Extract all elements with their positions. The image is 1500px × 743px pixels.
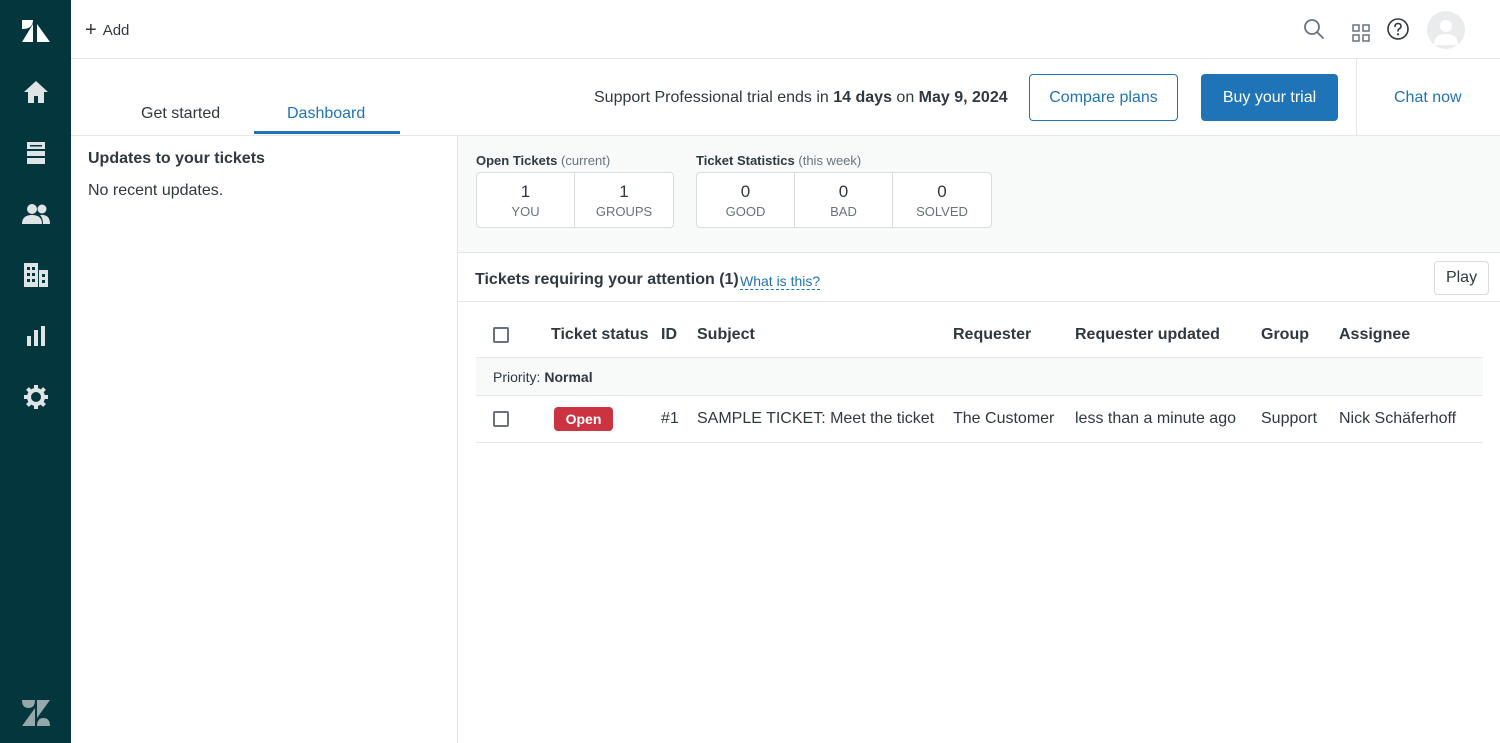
help-icon[interactable] xyxy=(1385,16,1411,42)
stat-label: YOU xyxy=(511,203,540,219)
updates-title: Updates to your tickets xyxy=(88,150,265,167)
stat-value: 0 xyxy=(740,181,751,201)
trial-prefix: Support Professional trial ends in xyxy=(594,89,834,106)
trial-notice: Support Professional trial ends in 14 da… xyxy=(594,89,1008,107)
table-row[interactable]: Open #1 SAMPLE TICKET: Meet the ticket T… xyxy=(476,396,1483,443)
ticket-statistics-title: Ticket Statistics xyxy=(696,153,795,168)
col-assignee[interactable]: Assignee xyxy=(1339,326,1410,344)
add-label: Add xyxy=(102,21,130,39)
user-avatar-icon[interactable] xyxy=(1427,11,1465,49)
ticket-subject[interactable]: SAMPLE TICKET: Meet the ticket xyxy=(697,410,934,428)
ticket-id: #1 xyxy=(661,410,679,427)
zendesk-logo-icon xyxy=(20,698,52,728)
priority-label-text: Priority: xyxy=(493,369,541,385)
priority-group-row: Priority: Normal xyxy=(476,358,1483,396)
row-checkbox[interactable] xyxy=(493,411,509,427)
status-badge: Open xyxy=(554,407,613,431)
compare-plans-button[interactable]: Compare plans xyxy=(1029,74,1178,121)
stat-you[interactable]: 1 YOU xyxy=(477,173,575,227)
buy-trial-button[interactable]: Buy your trial xyxy=(1201,74,1338,121)
organizations-icon[interactable] xyxy=(20,259,52,291)
views-icon[interactable] xyxy=(20,137,52,169)
updates-empty: No recent updates. xyxy=(88,182,224,199)
trial-days: 14 days xyxy=(833,89,892,106)
stat-value: 1 xyxy=(520,181,531,201)
home-icon[interactable] xyxy=(20,76,52,108)
stat-solved[interactable]: 0 SOLVED xyxy=(893,173,991,227)
search-icon[interactable] xyxy=(1301,16,1327,42)
ticket-assignee: Nick Schäferhoff xyxy=(1339,410,1457,427)
trial-date: May 9, 2024 xyxy=(918,89,1008,106)
apps-grid-icon[interactable] xyxy=(1348,20,1374,46)
col-ticket-status[interactable]: Ticket status xyxy=(551,326,649,344)
ticket-group: Support xyxy=(1261,410,1318,427)
brand-logo-icon[interactable] xyxy=(20,16,52,46)
stat-value: 0 xyxy=(937,181,947,201)
stat-groups[interactable]: 1 GROUPS xyxy=(575,173,673,227)
sub-header: Get started Dashboard Support Profession… xyxy=(71,59,1500,136)
attention-count: (1) xyxy=(719,271,739,288)
attention-title-text: Tickets requiring your attention xyxy=(475,271,715,288)
what-is-this-link[interactable]: What is this? xyxy=(740,273,821,290)
gear-icon[interactable] xyxy=(20,381,52,413)
open-tickets-qualifier: (current) xyxy=(561,153,611,168)
priority-value: Normal xyxy=(544,369,593,385)
main-panel: Open Tickets (current) 1 YOU 1 GROUPS Ti… xyxy=(458,136,1500,743)
updates-panel: Updates to your tickets No recent update… xyxy=(71,136,458,743)
stat-label: GROUPS xyxy=(595,203,653,219)
select-all-checkbox[interactable] xyxy=(493,327,509,343)
customers-icon[interactable] xyxy=(20,198,52,230)
ticket-statistics-qualifier: (this week) xyxy=(798,153,862,168)
priority-label: Priority: Normal xyxy=(493,369,593,385)
ticket-statistics: Ticket Statistics (this week) 0 GOOD 0 B… xyxy=(696,153,992,228)
col-requester-updated[interactable]: Requester updated xyxy=(1075,326,1220,344)
attention-header: Tickets requiring your attention (1) Wha… xyxy=(458,254,1500,302)
add-button[interactable]: + Add xyxy=(85,18,129,42)
stats-area: Open Tickets (current) 1 YOU 1 GROUPS Ti… xyxy=(458,136,1500,253)
stat-label: BAD xyxy=(830,203,857,219)
table-header: Ticket status ID Subject Requester Reque… xyxy=(476,302,1483,358)
col-requester[interactable]: Requester xyxy=(953,326,1031,344)
stat-value: 1 xyxy=(619,181,629,201)
chat-now-link[interactable]: Chat now xyxy=(1394,89,1462,107)
top-bar: + Add xyxy=(71,0,1500,59)
col-id[interactable]: ID xyxy=(661,326,677,344)
tab-dashboard[interactable]: Dashboard xyxy=(287,105,365,123)
trial-mid: on xyxy=(891,89,919,106)
reporting-icon[interactable] xyxy=(20,320,52,352)
sidebar xyxy=(0,0,71,743)
tickets-table: Ticket status ID Subject Requester Reque… xyxy=(476,302,1483,443)
stat-value: 0 xyxy=(838,181,849,201)
tab-get-started[interactable]: Get started xyxy=(141,105,220,123)
plus-icon: + xyxy=(85,19,97,41)
ticket-requester-updated: less than a minute ago xyxy=(1075,410,1236,427)
attention-title: Tickets requiring your attention (1) xyxy=(475,271,739,289)
col-group[interactable]: Group xyxy=(1261,326,1309,344)
open-tickets-title: Open Tickets xyxy=(476,153,558,168)
stat-good[interactable]: 0 GOOD xyxy=(697,173,795,227)
stat-bad[interactable]: 0 BAD xyxy=(795,173,893,227)
stat-label: GOOD xyxy=(725,203,766,219)
divider xyxy=(1356,59,1357,136)
active-tab-indicator xyxy=(254,131,400,134)
play-button[interactable]: Play xyxy=(1434,261,1489,295)
ticket-statistics-label: Ticket Statistics (this week) xyxy=(696,153,992,168)
open-tickets-boxes: 1 YOU 1 GROUPS xyxy=(476,172,674,228)
ticket-statistics-boxes: 0 GOOD 0 BAD 0 SOLVED xyxy=(696,172,992,228)
col-subject[interactable]: Subject xyxy=(697,326,755,344)
open-tickets-label: Open Tickets (current) xyxy=(476,153,674,168)
stat-label: SOLVED xyxy=(916,203,968,219)
open-tickets-stats: Open Tickets (current) 1 YOU 1 GROUPS xyxy=(476,153,674,228)
ticket-requester: The Customer xyxy=(953,410,1055,427)
